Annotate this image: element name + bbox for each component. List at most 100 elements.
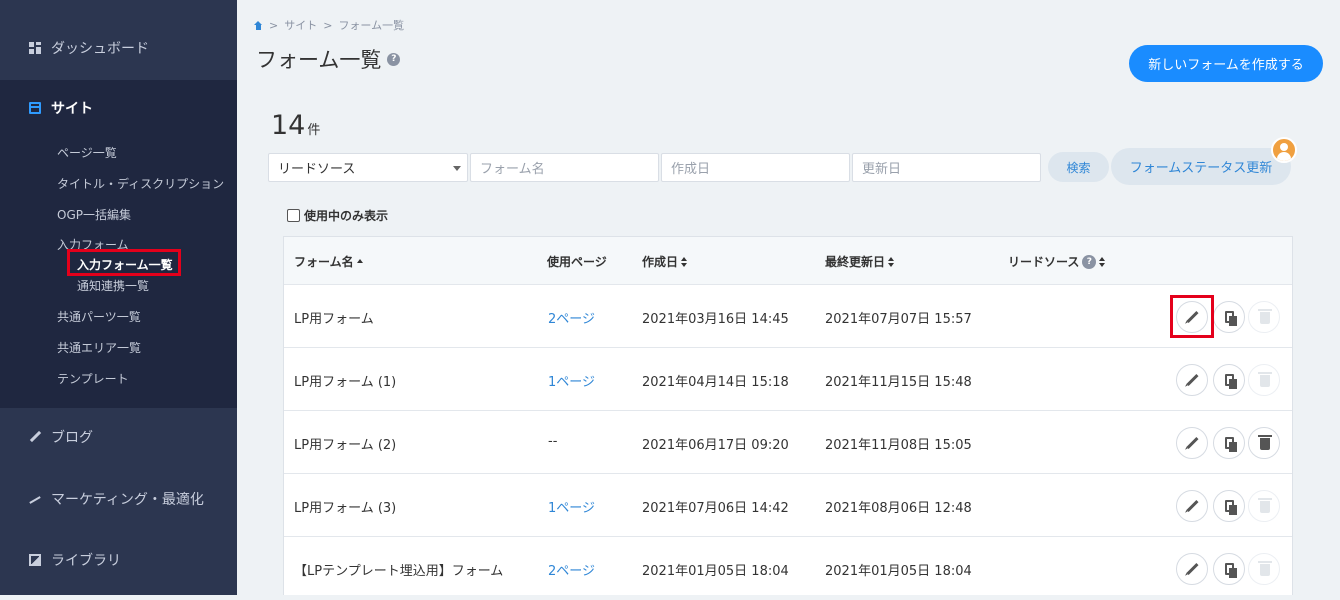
only-in-use-filter[interactable]: 使用中のみ表示 [287,207,388,224]
breadcrumb-site[interactable]: サイト [284,17,317,33]
delete-button [1248,490,1280,522]
edit-button[interactable] [1176,364,1208,396]
table-header: フォーム名 使用ページ 作成日 最終更新日 リードソース ? [284,237,1292,285]
pencil-icon [29,431,41,443]
search-button[interactable]: 検索 [1048,152,1109,182]
sort-icon [681,256,688,267]
edit-button[interactable] [1176,427,1208,459]
trash-icon [1258,561,1272,576]
nav-library[interactable]: ライブラリ [0,532,237,588]
cell-form-name: LP用フォーム (3) [294,501,397,516]
edit-button[interactable] [1176,553,1208,585]
nav-dashboard-label: ダッシュボード [51,40,149,57]
form-name-input[interactable]: フォーム名 [470,153,659,182]
avatar[interactable] [1271,137,1297,163]
cell-pages-link[interactable]: 2ページ [548,560,595,579]
cell-pages-link[interactable]: 1ページ [548,497,595,516]
cell-created: 2021年04月14日 15:18 [642,375,789,390]
nav-ogp-bulk-edit[interactable]: OGP一括編集 [57,206,131,223]
home-icon[interactable] [254,20,263,30]
header-lead-source-label: リードソース [1008,255,1080,269]
delete-button [1248,553,1280,585]
pencil-icon [1186,373,1199,387]
create-form-button[interactable]: 新しいフォームを作成する [1129,45,1323,82]
sort-icon [1099,256,1106,267]
form-status-update-button[interactable]: フォームステータス更新 [1111,148,1291,185]
image-icon [29,554,41,566]
pencil-icon [1186,562,1199,576]
copy-icon [1225,563,1237,578]
dashboard-icon [29,41,41,54]
copy-button[interactable] [1213,553,1245,585]
cell-pages-link[interactable]: 1ページ [548,371,595,390]
header-form-name[interactable]: フォーム名 [294,253,364,270]
delete-button[interactable] [1248,427,1280,459]
nav-common-parts[interactable]: 共通パーツ一覧 [57,308,141,325]
only-in-use-checkbox[interactable] [287,209,300,222]
table-row: LP用フォーム (1) 1ページ 2021年04月14日 15:18 2021年… [284,348,1292,411]
help-icon[interactable]: ? [1082,254,1097,269]
cell-created: 2021年03月16日 14:45 [642,312,789,327]
copy-button[interactable] [1213,427,1245,459]
created-date-input[interactable]: 作成日 [661,153,850,182]
page-title: フォーム一覧 ? [256,44,401,74]
cell-pages: -- [548,434,558,449]
copy-button[interactable] [1213,364,1245,396]
cell-updated: 2021年08月06日 12:48 [825,501,972,516]
sidebar: ダッシュボード サイト ページ一覧 タイトル・ディスクリプション OGP一括編集… [0,0,237,595]
nav-marketing-label: マーケティング・最適化 [51,492,204,508]
chevron-down-icon [453,166,461,171]
cell-pages-link[interactable]: 2ページ [548,308,595,327]
cell-updated: 2021年11月15日 15:48 [825,375,972,390]
lead-source-value: リードソース [278,162,356,177]
count-unit: 件 [307,123,321,138]
trash-icon [1258,498,1272,513]
header-pages: 使用ページ [547,253,607,270]
table-row: LP用フォーム 2ページ 2021年03月16日 14:45 2021年07月0… [284,285,1292,348]
nav-page-list[interactable]: ページ一覧 [57,144,117,161]
header-lead-source[interactable]: リードソース ? [1008,253,1106,270]
copy-icon [1225,311,1237,326]
page-title-text: フォーム一覧 [256,48,382,72]
nav-library-label: ライブラリ [51,553,121,569]
cell-form-name: LP用フォーム (1) [294,375,397,390]
nav-notification-list[interactable]: 通知連携一覧 [77,277,149,294]
copy-button[interactable] [1213,301,1245,333]
trash-icon [1258,372,1272,387]
nav-blog[interactable]: ブログ [0,408,237,466]
header-updated[interactable]: 最終更新日 [825,253,895,270]
cell-form-name: 【LPテンプレート埋込用】フォーム [294,564,504,579]
only-in-use-label: 使用中のみ表示 [304,209,389,223]
trash-icon [1258,435,1272,450]
lead-source-select[interactable]: リードソース [268,153,468,182]
nav-blog-label: ブログ [51,430,93,446]
cell-updated: 2021年07月07日 15:57 [825,312,972,327]
header-pages-label: 使用ページ [547,255,607,269]
nav-title-description[interactable]: タイトル・ディスクリプション [57,175,224,192]
nav-template[interactable]: テンプレート [57,370,129,387]
header-created-label: 作成日 [642,255,679,269]
help-icon[interactable]: ? [387,52,401,66]
forms-table: フォーム名 使用ページ 作成日 最終更新日 リードソース ? LP用フォーム 2… [283,236,1293,595]
table-row: 【LPテンプレート埋込用】フォーム 2ページ 2021年01月05日 18:04… [284,537,1292,600]
nav-common-area[interactable]: 共通エリア一覧 [57,339,141,356]
cell-updated: 2021年01月05日 18:04 [825,564,972,579]
edit-button[interactable] [1176,490,1208,522]
copy-button[interactable] [1213,490,1245,522]
nav-site-label: サイト [51,101,93,117]
nav-dashboard[interactable]: ダッシュボード [0,20,237,75]
trending-icon [29,493,41,505]
result-count: 14 件 [271,110,320,141]
nav-marketing[interactable]: マーケティング・最適化 [0,470,237,528]
copy-icon [1225,374,1237,389]
header-created[interactable]: 作成日 [642,253,688,270]
updated-date-input[interactable]: 更新日 [852,153,1041,182]
breadcrumb: > サイト > フォーム一覧 [254,17,404,33]
header-form-name-label: フォーム名 [294,255,354,269]
table-row: LP用フォーム (2) -- 2021年06月17日 09:20 2021年11… [284,411,1292,474]
cell-created: 2021年06月17日 09:20 [642,438,789,453]
cell-form-name: LP用フォーム (2) [294,438,397,453]
count-value: 14 [271,110,306,141]
nav-site[interactable]: サイト [0,82,237,134]
pencil-icon [1186,436,1199,450]
